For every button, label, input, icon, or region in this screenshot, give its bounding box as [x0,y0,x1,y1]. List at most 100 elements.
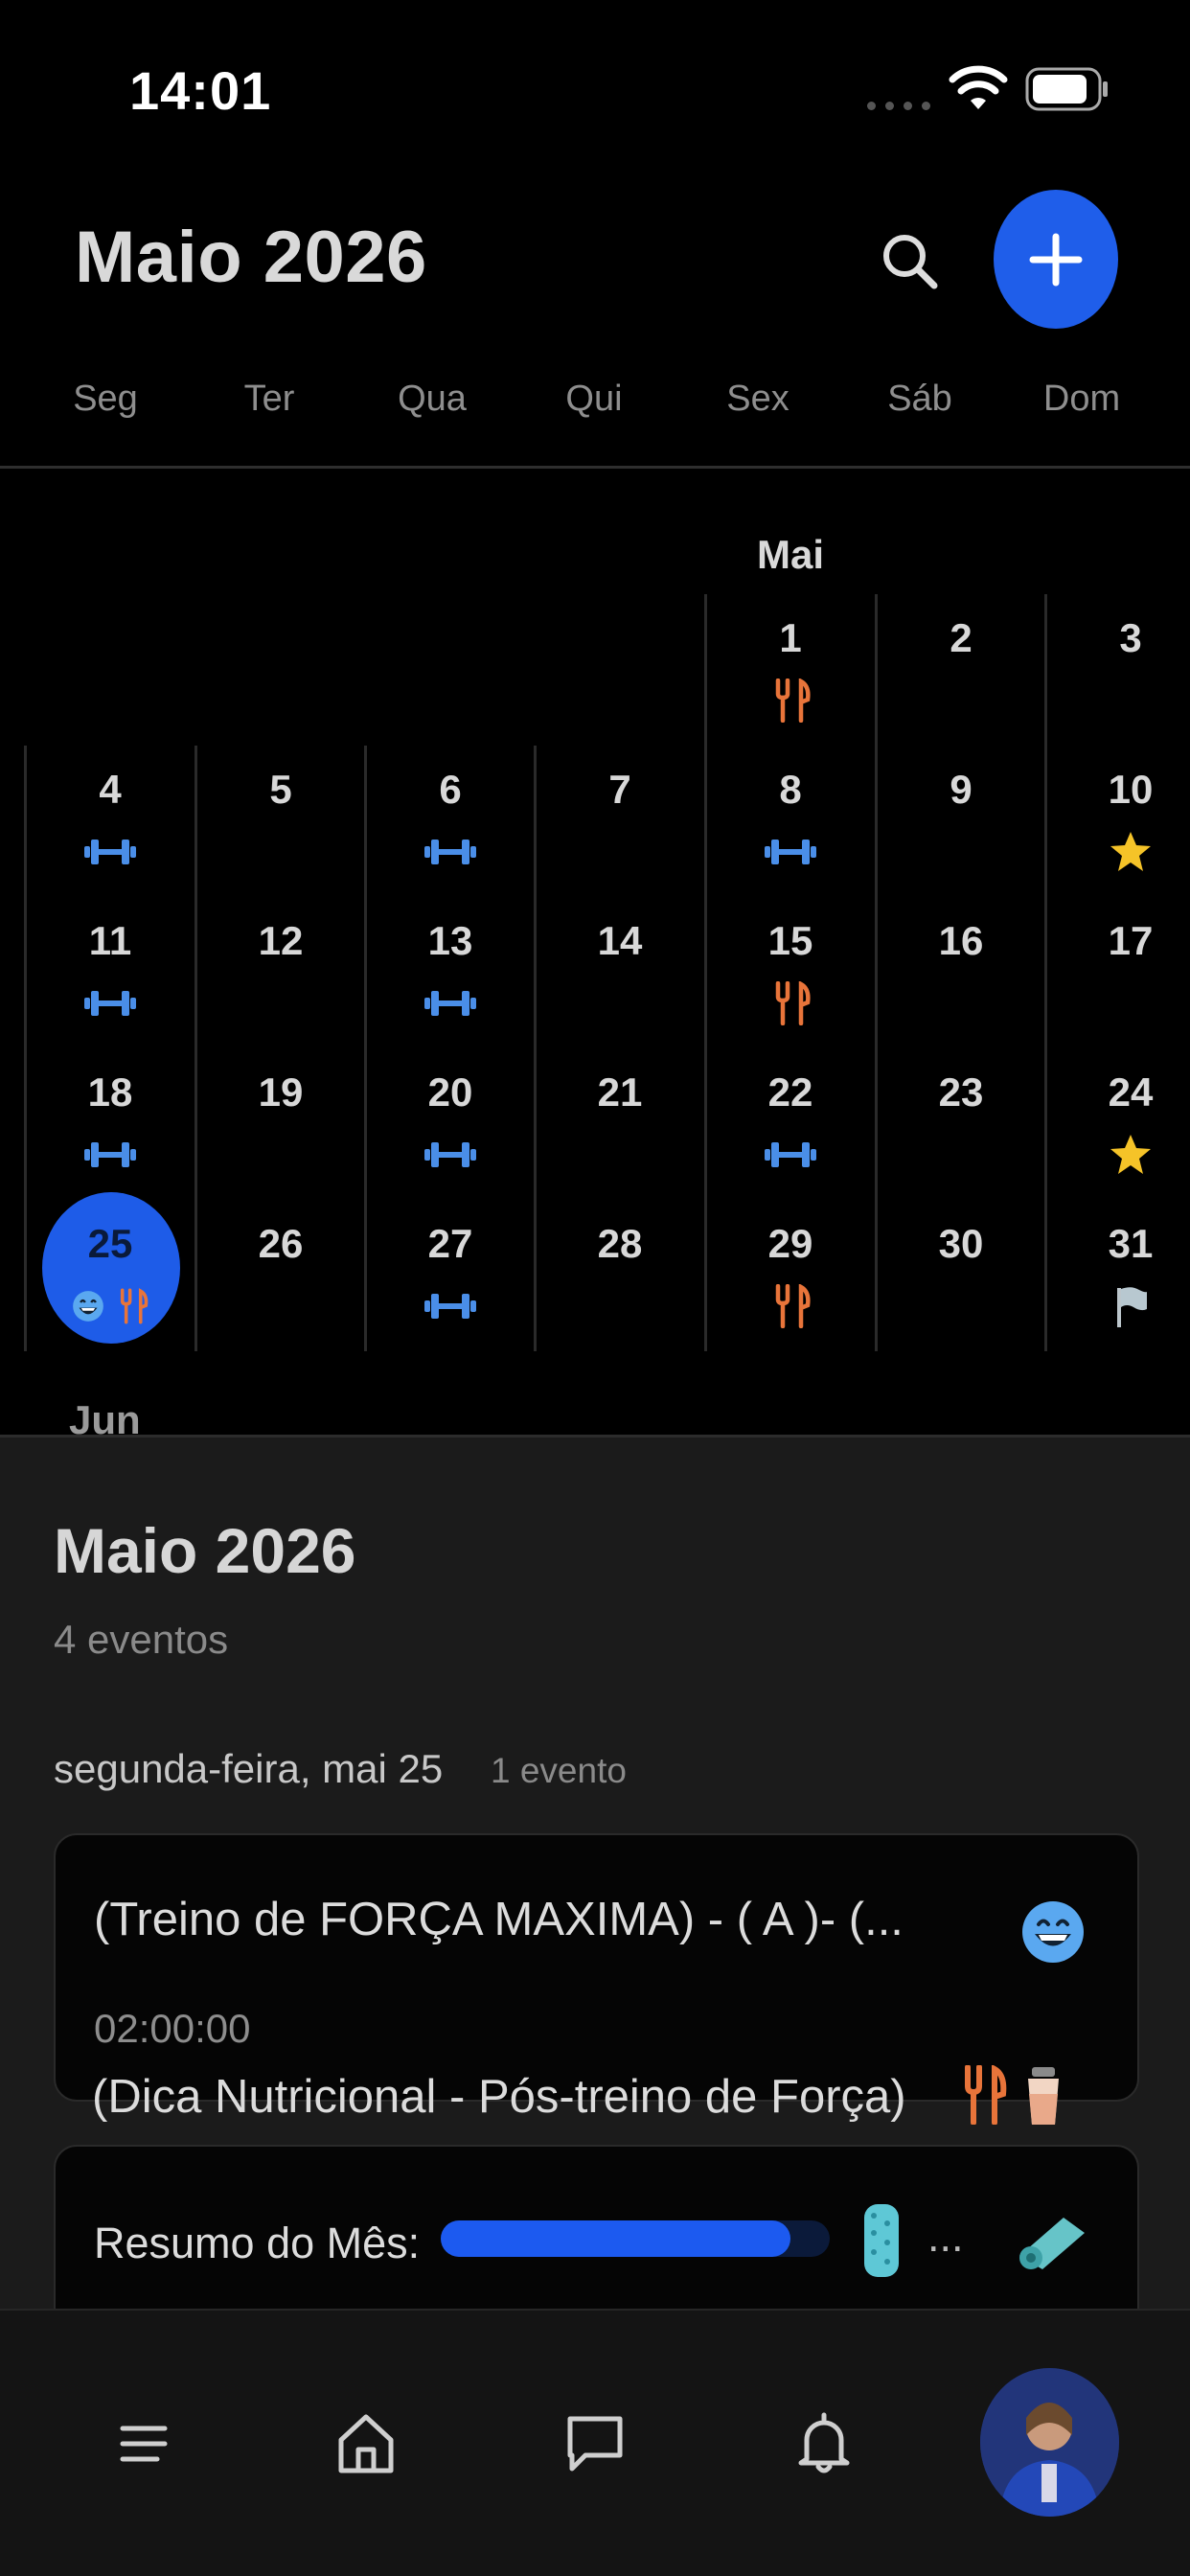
chat-icon [567,2416,623,2472]
day-number: 3 [1119,615,1142,660]
dumbbell-icon [84,1142,136,1167]
profile-photo [980,2368,1119,2517]
dumbbell-icon [424,991,476,1016]
month-summary-card[interactable]: Resumo do Mês: ... [54,2145,1139,2309]
tab-notifications[interactable] [781,2401,867,2487]
dumbbell-icon [84,991,136,1016]
calendar-day-27[interactable]: 27 [364,1200,534,1351]
calendar-day-11[interactable]: 11 [24,897,194,1048]
calendar-day-14[interactable]: 14 [534,897,703,1048]
calendar-day-2[interactable]: 2 [875,594,1044,746]
calendar-day-31[interactable]: 31 [1044,1200,1190,1351]
grin-emoji-icon [73,1291,103,1322]
day-number: 13 [427,918,473,963]
weekday-label: Ter [243,379,295,419]
month-label: Mai [756,532,824,577]
tab-chat[interactable] [552,2401,638,2487]
calendar-day-30[interactable]: 30 [875,1200,1044,1351]
day-number: 5 [269,767,292,812]
event-duration: 02:00:00 [94,2006,251,2051]
day-event-icons [27,1133,194,1177]
wifi-icon [949,65,1008,109]
day-event-icons [27,981,194,1025]
calendar-day-28[interactable]: 28 [534,1200,703,1351]
calendar-day-12[interactable]: 12 [195,897,364,1048]
dumbbell-icon [765,1142,816,1167]
plus-icon [1029,233,1083,286]
day-number: 30 [938,1221,984,1266]
day-number: 31 [1108,1221,1154,1266]
calendar-day-7[interactable]: 7 [534,746,703,897]
calendar-day-5[interactable]: 5 [195,746,364,897]
calendar-day-8[interactable]: 8 [704,746,874,897]
shaker-cup-icon [1028,2067,1059,2125]
event-card[interactable]: (Treino de FORÇA MAXIMA) - ( A )- (... 0… [54,1833,1139,2102]
calendar-day-9[interactable]: 9 [875,746,1044,897]
battery-icon [1025,67,1108,111]
search-button[interactable] [877,228,944,295]
summary-label: Resumo do Mês: [94,2219,421,2267]
calendar-day-21[interactable]: 21 [534,1048,703,1200]
day-event-icons [1047,830,1190,874]
dumbbell-icon [424,840,476,864]
calendar-day-24[interactable]: 24 [1044,1048,1190,1200]
fork-knife-icon [775,981,811,1025]
calendar-day-25[interactable]: 25 [24,1200,194,1351]
profile-avatar[interactable] [980,2368,1119,2517]
calendar-day-13[interactable]: 13 [364,897,534,1048]
calendar-day-16[interactable]: 16 [875,897,1044,1048]
tab-menu[interactable] [101,2401,187,2487]
calendar-day-29[interactable]: 29 [704,1200,874,1351]
day-number: 29 [767,1221,813,1266]
calendar-day-15[interactable]: 15 [704,897,874,1048]
calendar-day-3[interactable]: 3 [1044,594,1190,746]
month-title[interactable]: Maio 2026 [75,216,427,299]
day-number: 8 [779,767,802,812]
nutrition-tip[interactable]: (Dica Nutricional - Pós-treino de Força) [92,2070,906,2124]
cellular-signal-icon [867,102,930,110]
star-icon [1110,1135,1151,1174]
day-number: 26 [258,1221,304,1266]
tab-home[interactable] [323,2401,409,2487]
day-event-icons [1047,1284,1190,1328]
day-heading: segunda-feira, mai 25 [54,1746,444,1791]
event-count: 4 eventos [54,1617,229,1662]
events-sheet: Maio 2026 4 eventos segunda-feira, mai 2… [0,1435,1190,2309]
day-number: 6 [439,767,462,812]
day-event-icons [367,1133,534,1177]
add-event-button[interactable] [994,190,1118,329]
fork-knife-icon [120,1288,149,1324]
calendar-day-22[interactable]: 22 [704,1048,874,1200]
calendar-day-26[interactable]: 26 [195,1200,364,1351]
day-number: 23 [938,1070,984,1115]
summary-progress-fill [441,2220,791,2257]
calendar-day-19[interactable]: 19 [195,1048,364,1200]
dumbbell-icon [424,1294,476,1319]
calendar-day-23[interactable]: 23 [875,1048,1044,1200]
day-number: 25 [87,1221,133,1266]
calendar-day-4[interactable]: 4 [24,746,194,897]
day-event-count: 1 evento [491,1751,627,1790]
star-icon [1110,832,1151,871]
dumbbell-icon [765,840,816,864]
day-event-icons [27,830,194,874]
day-event-icons [1047,1133,1190,1177]
calendar-day-18[interactable]: 18 [24,1048,194,1200]
tip-icons [963,2065,1064,2128]
calendar-day-6[interactable]: 6 [364,746,534,897]
day-number: 16 [938,918,984,963]
header-divider [0,466,1190,469]
day-number: 28 [597,1221,643,1266]
status-time: 14:01 [129,60,272,121]
day-number: 27 [427,1221,473,1266]
weekday-header: Seg Ter Qua Qui Sex Sáb Dom [0,379,1190,426]
summary-more: ... [927,2212,964,2261]
weekday-label: Seg [73,379,138,419]
day-number: 17 [1108,918,1154,963]
calendar-day-10[interactable]: 10 [1044,746,1190,897]
tab-bar [0,2309,1190,2576]
calendar-day-1[interactable]: 1 [704,594,874,746]
day-event-icons [367,830,534,874]
calendar-day-17[interactable]: 17 [1044,897,1190,1048]
calendar-day-20[interactable]: 20 [364,1048,534,1200]
